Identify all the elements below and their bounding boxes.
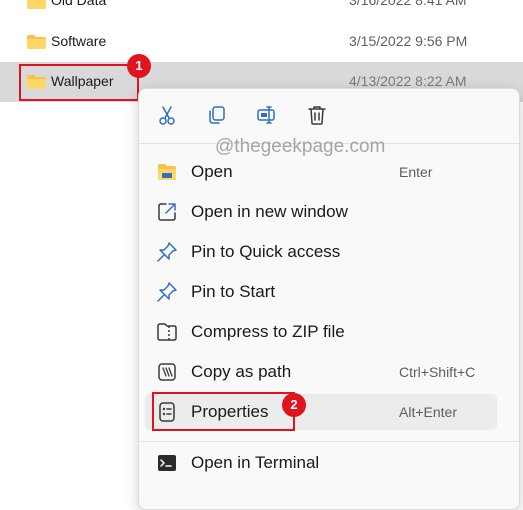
pin-icon bbox=[156, 281, 178, 303]
file-date: 4/13/2022 8:22 AM bbox=[349, 73, 467, 89]
callout-box-properties bbox=[152, 392, 295, 431]
file-date: 3/16/2022 8:41 AM bbox=[349, 0, 467, 8]
zip-folder-icon bbox=[156, 321, 178, 343]
menu-item-shortcut: Ctrl+Shift+C bbox=[399, 364, 476, 380]
quick-actions-bar bbox=[139, 89, 519, 141]
callout-badge-2: 2 bbox=[282, 393, 306, 417]
menu-item-shortcut: Enter bbox=[399, 164, 433, 180]
copy-icon[interactable] bbox=[206, 104, 228, 126]
file-name: Software bbox=[51, 33, 107, 49]
callout-box-wallpaper bbox=[19, 64, 139, 101]
menu-item-label: Copy as path bbox=[191, 362, 292, 381]
menu-item-label: Open bbox=[191, 162, 233, 181]
menu-item-compress-to-zip[interactable]: Compress to ZIP file bbox=[145, 314, 497, 350]
menu-item-label: Pin to Quick access bbox=[191, 242, 341, 261]
menu-divider bbox=[139, 441, 519, 442]
menu-item-label: Open in Terminal bbox=[191, 453, 320, 472]
file-row-old-data[interactable]: Old Data 3/16/2022 8:41 AM bbox=[0, 0, 523, 22]
menu-item-pin-to-quick-access[interactable]: Pin to Quick access bbox=[145, 234, 497, 270]
folder-icon bbox=[27, 35, 46, 49]
terminal-icon bbox=[156, 452, 178, 474]
file-date: 3/15/2022 9:56 PM bbox=[349, 33, 468, 49]
folder-icon bbox=[156, 161, 178, 183]
menu-item-shortcut: Alt+Enter bbox=[399, 404, 457, 420]
open-new-window-icon bbox=[156, 201, 178, 223]
menu-item-label: Open in new window bbox=[191, 202, 348, 221]
menu-item-label: Compress to ZIP file bbox=[191, 322, 345, 341]
pin-icon bbox=[156, 241, 178, 263]
menu-item-open[interactable]: Open Enter bbox=[145, 154, 497, 190]
watermark-text: @thegeekpage.com bbox=[215, 136, 386, 157]
rename-icon[interactable] bbox=[256, 104, 278, 126]
file-name: Old Data bbox=[51, 0, 107, 8]
menu-item-open-in-terminal[interactable]: Open in Terminal bbox=[145, 445, 497, 481]
menu-item-open-in-new-window[interactable]: Open in new window bbox=[145, 194, 497, 230]
menu-item-copy-as-path[interactable]: Copy as path Ctrl+Shift+C bbox=[145, 354, 497, 390]
folder-icon bbox=[27, 0, 46, 9]
callout-badge-1: 1 bbox=[127, 54, 151, 78]
menu-item-pin-to-start[interactable]: Pin to Start bbox=[145, 274, 497, 310]
scissors-icon[interactable] bbox=[156, 104, 178, 126]
trash-icon[interactable] bbox=[306, 104, 328, 126]
copy-path-icon bbox=[156, 361, 178, 383]
menu-item-label: Pin to Start bbox=[191, 282, 276, 301]
file-row-software[interactable]: Software 3/15/2022 9:56 PM bbox=[0, 22, 523, 62]
